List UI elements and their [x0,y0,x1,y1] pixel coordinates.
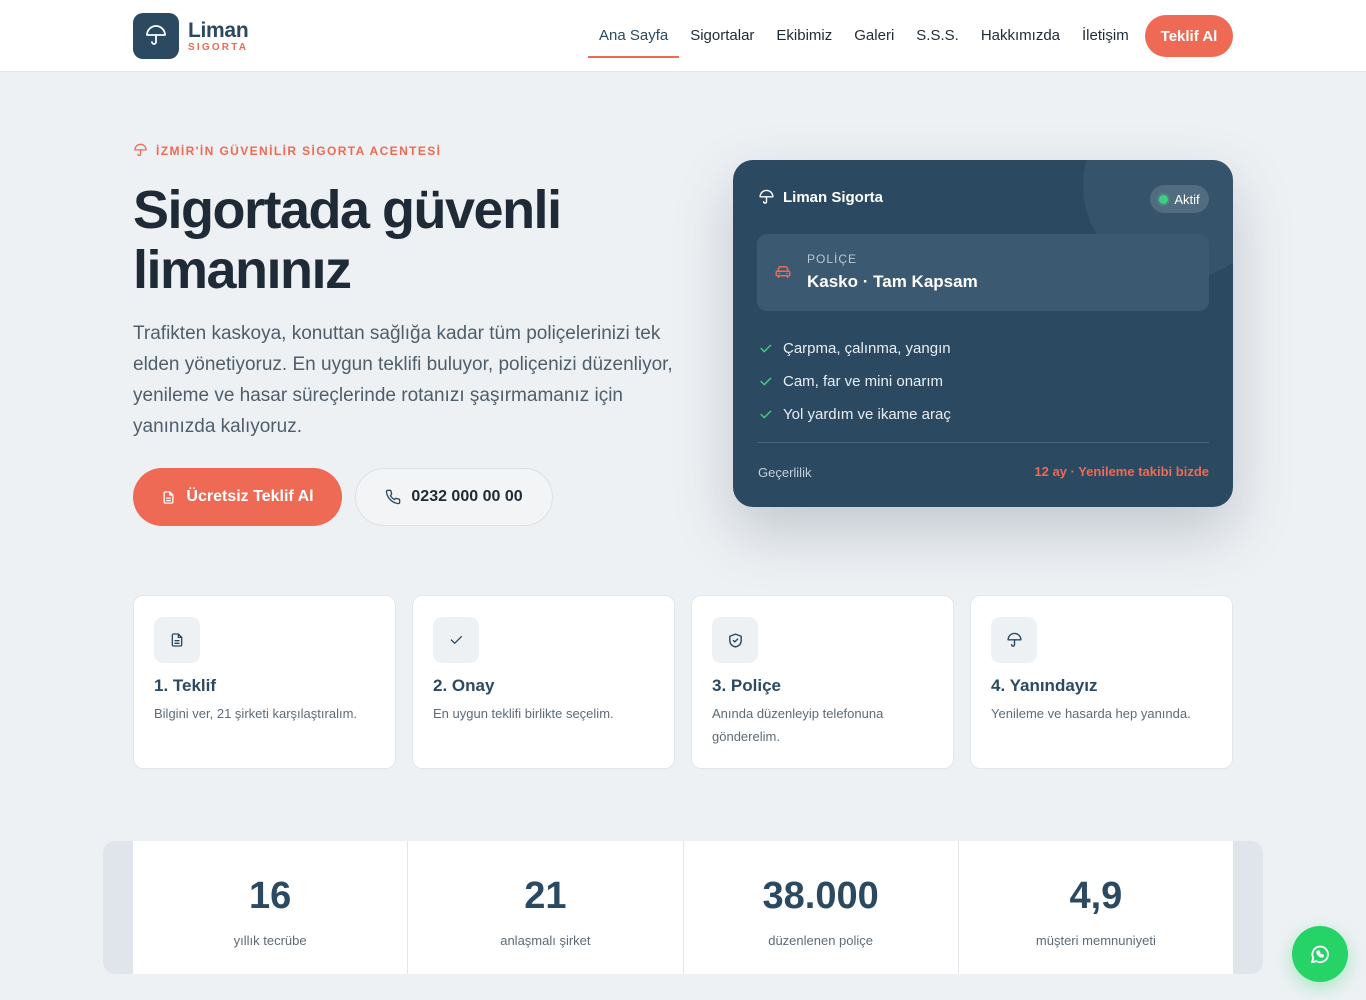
step-description: Bilgini ver, 21 şirketi karşılaştıralım. [154,706,358,721]
step-title: 1. Teklif [154,676,217,695]
hero-description: Trafikten kaskoya, konuttan sağlığa kada… [133,323,673,437]
nav-item-contact[interactable]: İletişim [1071,14,1140,58]
main-nav: Ana Sayfa Sigortalar Ekibimiz Galeri S.S… [588,14,1140,58]
card-divider [757,442,1209,443]
coverage-text: Çarpma, çalınma, yangın [783,340,951,357]
stat-label: anlaşmalı şirket [500,933,591,948]
coverage-text: Yol yardım ve ikame araç [783,406,951,423]
car-icon [775,266,791,278]
stat-value: 16 [248,875,292,917]
status-dot [1159,194,1169,204]
whatsapp-icon [1310,945,1329,964]
policy-box: POLİÇE Kasko · Tam Kapsam [757,234,1209,311]
eyebrow-text: İZMİR'İN GÜVENİLİR SİGORTA ACENTESİ [156,143,442,158]
step-card-support: 4. Yanındayız Yenileme ve hasarda hep ya… [970,595,1233,769]
site-header: Liman SIGORTA Ana Sayfa Sigortalar Ekibi… [0,0,1366,72]
nav-item-about[interactable]: Hakkımızda [970,14,1071,58]
step-card-approval: 2. Onay En uygun teklifi birlikte seçeli… [412,595,675,769]
shield-check-icon [712,617,758,663]
stat-satisfaction: 4,9 müşteri memnuniyeti [959,841,1233,974]
card-brand-name: Liman Sigorta [783,189,884,206]
status-badge: Aktif [1150,185,1209,213]
logo[interactable]: Liman SIGORTA [133,13,249,59]
validity-label: Geçerlilik [758,465,812,480]
umbrella-icon [133,13,179,59]
hero-eyebrow: İZMİR'İN GÜVENİLİR SİGORTA ACENTESİ [133,143,441,158]
umbrella-icon [134,143,147,157]
stat-label: müşteri memnuniyeti [1035,933,1156,948]
check-icon [760,410,772,419]
step-description: En uygun teklifi birlikte seçelim. [433,706,614,721]
step-title: 3. Poliçe [712,676,781,695]
list-item: Cam, far ve mini onarım [758,365,951,398]
step-description: Yenileme ve hasarda hep yanında. [991,706,1191,721]
stat-value: 21 [524,875,567,917]
free-quote-label: Ücretsiz Teklif Al [186,488,314,505]
policy-value: Kasko · Tam Kapsam [807,272,978,291]
card-brand: Liman Sigorta [758,189,883,206]
phone-icon [386,489,401,505]
nav-item-faq[interactable]: S.S.S. [905,14,970,58]
phone-button[interactable]: 0232 000 00 00 [355,468,553,526]
whatsapp-button[interactable] [1292,926,1348,982]
stat-policies: 38.000 düzenlenen poliçe [684,841,959,974]
validity-value: 12 ay · Yenileme takibi bizde [1034,464,1209,479]
nav-item-team[interactable]: Ekibimiz [765,14,843,58]
document-icon [163,490,174,504]
list-item: Yol yardım ve ikame araç [758,398,951,431]
free-quote-button[interactable]: Ücretsiz Teklif Al [133,468,342,526]
policy-label: POLİÇE [807,252,858,266]
check-icon [433,617,479,663]
coverage-list: Çarpma, çalınma, yangın Cam, far ve mini… [758,332,951,431]
nav-item-insurance[interactable]: Sigortalar [679,14,765,58]
document-icon [154,617,200,663]
coverage-text: Cam, far ve mini onarım [783,373,944,390]
step-description: Anında düzenleyip telefonuna gönderelim. [712,706,884,744]
list-item: Çarpma, çalınma, yangın [758,332,951,365]
hero-title: Sigortada güvenli limanınız [133,180,562,300]
nav-item-gallery[interactable]: Galeri [843,14,905,58]
stat-companies: 21 anlaşmalı şirket [408,841,684,974]
status-text: Aktif [1174,191,1200,207]
umbrella-icon [759,189,774,204]
stat-value: 4,9 [1069,875,1123,917]
step-card-quote: 1. Teklif Bilgini ver, 21 şirketi karşıl… [133,595,396,769]
stat-experience: 16 yıllık tecrübe [133,841,409,974]
check-icon [760,344,772,353]
step-card-policy: 3. Poliçe Anında düzenleyip telefonuna g… [691,595,954,769]
stat-label: düzenlenen poliçe [768,933,874,948]
step-title: 4. Yanındayız [991,676,1098,695]
logo-sub: SIGORTA [188,41,249,53]
nav-item-home[interactable]: Ana Sayfa [588,14,680,58]
get-quote-button[interactable]: Teklif Al [1145,15,1233,57]
umbrella-icon [991,617,1037,663]
phone-label: 0232 000 00 00 [411,488,523,505]
stat-value: 38.000 [762,875,879,917]
check-icon [760,377,772,386]
stat-label: yıllık tecrübe [233,933,307,948]
stats-row: 16 yıllık tecrübe 21 anlaşmalı şirket 38… [133,841,1233,974]
policy-card: Liman Sigorta Aktif POLİÇE Kasko · Tam K… [733,160,1233,507]
step-title: 2. Onay [433,676,495,695]
logo-name: Liman [188,18,249,42]
